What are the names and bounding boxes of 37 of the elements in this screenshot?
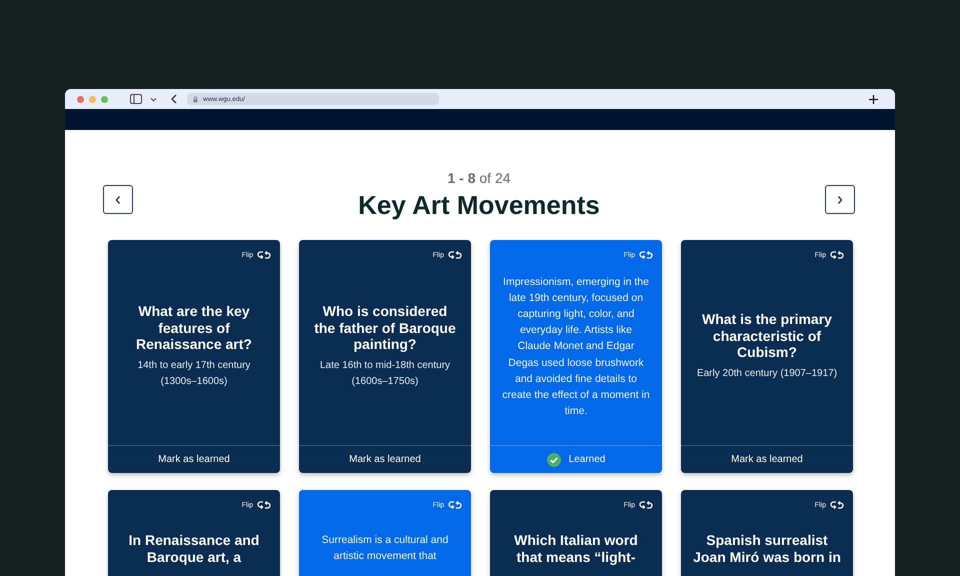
card-question: Spanish surrealist Joan Miró was born in bbox=[693, 532, 841, 565]
learned-button[interactable]: Learned bbox=[490, 445, 662, 473]
previous-button[interactable] bbox=[103, 185, 133, 214]
flip-arrows-icon bbox=[830, 500, 844, 510]
card-answer: Impressionism, emerging in the late 19th century, focused on capturing light, color, and everyday life. Artists like Claude Monet and Edgar Degas used loose brushwork and avoided fine details to create the effect of a moment in time. bbox=[502, 274, 650, 420]
flip-arrows-icon bbox=[830, 250, 844, 260]
flip-arrows-icon bbox=[448, 500, 462, 510]
card-question: What is the primary characteristic of Cubism? bbox=[701, 311, 833, 361]
card-question: In Renaissance and Baroque art, a bbox=[128, 532, 260, 565]
chevron-right-icon bbox=[837, 194, 843, 204]
flip-arrows-icon bbox=[639, 250, 653, 260]
close-window-icon[interactable] bbox=[77, 96, 84, 102]
card-period: Early 20th century (1907–1917) bbox=[696, 366, 838, 381]
mark-learned-button[interactable]: Mark as learned bbox=[681, 445, 853, 473]
back-icon[interactable] bbox=[171, 94, 177, 104]
flip-arrows-icon bbox=[448, 250, 462, 260]
flashcard[interactable] bbox=[490, 240, 662, 473]
flip-arrows-icon bbox=[639, 500, 653, 510]
card-period: Late 16th to mid-18th century (1600s–1750s) bbox=[318, 358, 452, 389]
mark-learned-button[interactable]: Mark as learned bbox=[299, 445, 471, 473]
sidebar-icon[interactable] bbox=[130, 94, 142, 104]
chevron-left-icon bbox=[115, 194, 121, 204]
new-tab-icon[interactable] bbox=[869, 94, 878, 104]
card-answer: Surrealism is a cultural and artistic movement that bbox=[320, 533, 450, 564]
next-button[interactable] bbox=[825, 185, 855, 214]
chevron-down-icon[interactable] bbox=[150, 96, 157, 102]
lock-icon bbox=[193, 96, 198, 102]
card-question: What are the key features of Renaissance art? bbox=[135, 303, 253, 353]
card-question: Who is considered the father of Baroque painting? bbox=[313, 303, 457, 353]
flip-arrows-icon bbox=[257, 250, 271, 260]
card-period: 14th to early 17th century (1300s–1600s) bbox=[136, 358, 252, 389]
mark-learned-button[interactable]: Mark as learned bbox=[108, 445, 280, 473]
page-heading: Key Art Movements bbox=[358, 190, 600, 221]
page-range: 1 - 8 of 24 bbox=[446, 170, 512, 186]
card-question: Which Italian word that means “light- bbox=[513, 532, 639, 565]
flip-arrows-icon bbox=[257, 500, 271, 510]
check-circle-icon bbox=[546, 452, 561, 466]
